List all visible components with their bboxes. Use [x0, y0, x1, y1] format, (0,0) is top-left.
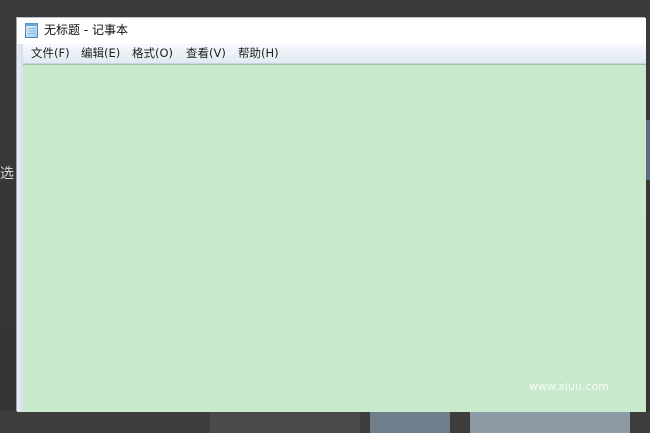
- background-bottom-content: [0, 411, 650, 433]
- background-thumbnail: [470, 411, 630, 433]
- background-thumbnail: [370, 411, 450, 433]
- notepad-icon[interactable]: [25, 23, 38, 38]
- watermark-text: www.xiuu.com: [529, 380, 609, 393]
- notepad-window[interactable]: 无标题 - 记事本 文件(F) 编辑(E) 格式(O) 查看(V) 帮助(H) …: [16, 17, 646, 412]
- menu-file[interactable]: 文件(F): [28, 44, 73, 63]
- menu-format[interactable]: 格式(O): [129, 44, 176, 63]
- text-editor-area[interactable]: [23, 64, 646, 412]
- menu-edit[interactable]: 编辑(E): [78, 44, 123, 63]
- window-title: 无标题 - 记事本: [44, 23, 128, 37]
- menu-view[interactable]: 查看(V): [183, 44, 229, 63]
- background-partial-text: 选: [0, 166, 14, 182]
- menu-bar: 文件(F) 编辑(E) 格式(O) 查看(V) 帮助(H): [23, 44, 646, 64]
- background-thumbnail: [210, 411, 360, 433]
- menu-help[interactable]: 帮助(H): [235, 44, 282, 63]
- title-bar[interactable]: 无标题 - 记事本: [17, 18, 646, 44]
